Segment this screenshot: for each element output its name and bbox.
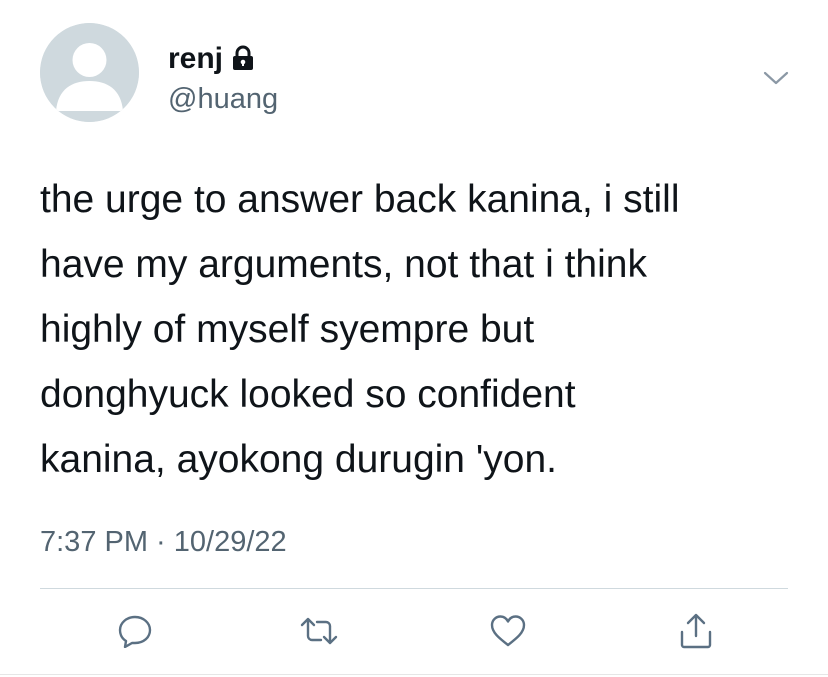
divider [40,588,788,589]
reply-button[interactable] [115,611,155,651]
retweet-button[interactable] [299,611,339,651]
retweet-icon [300,617,338,645]
avatar[interactable] [40,23,139,122]
display-name[interactable]: renj [168,42,223,76]
default-avatar-icon [40,23,139,122]
heart-icon [490,615,526,647]
like-button[interactable] [488,611,528,651]
lock-icon [231,45,255,76]
share-button[interactable] [676,611,716,651]
reply-icon [118,615,152,648]
tweet-timestamp[interactable]: 7:37 PM · 10/29/22 [40,525,287,559]
tweet-text: the urge to answer back kanina, i still … [40,178,680,481]
bottom-divider [0,674,828,675]
user-handle[interactable]: @huang [168,82,278,116]
share-icon [680,613,712,649]
chevron-down-icon[interactable] [761,66,791,90]
display-name-row: renj [168,42,255,76]
